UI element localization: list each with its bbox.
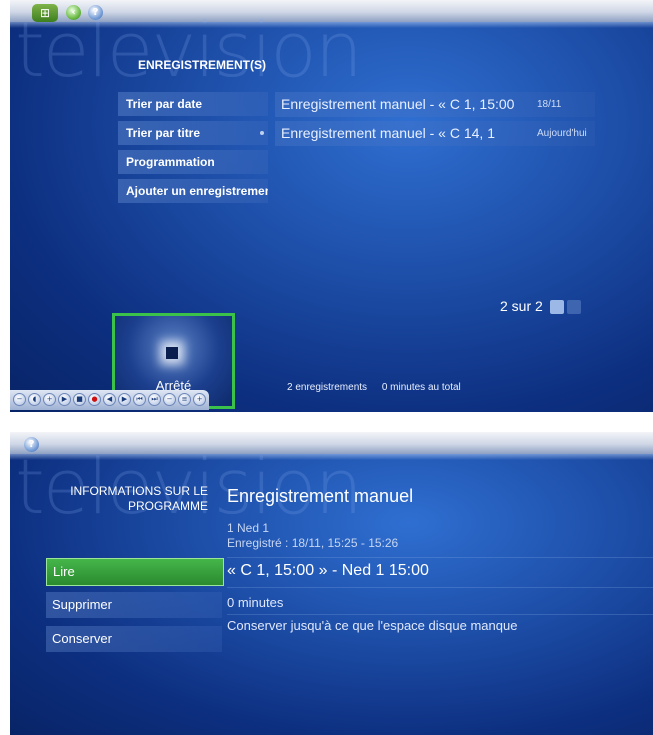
divider — [227, 614, 653, 615]
recording-row[interactable]: Enregistrement manuel - « C 1, 15:00 18/… — [275, 92, 595, 117]
page-title-line1: INFORMATIONS SUR LE — [70, 484, 208, 498]
channel-down-icon[interactable]: − — [163, 393, 176, 406]
program-keep-policy: Conserver jusqu'à ce que l'espace disque… — [227, 618, 518, 633]
volume-up-icon[interactable]: + — [43, 393, 56, 406]
menu-item-label: Programmation — [126, 155, 215, 169]
transport-controls: − ◖ + ▶ ■ ● ◀ ▶ ⏮ ⏭ − ≡ + — [10, 390, 209, 410]
program-title: Enregistrement manuel — [227, 486, 414, 506]
recording-date: 18/11 — [537, 99, 562, 110]
arrow-up-icon[interactable] — [549, 300, 564, 315]
pager: 2 sur 2 — [500, 298, 581, 315]
skip-back-icon[interactable]: ⏮ — [133, 393, 146, 406]
channel-icon[interactable]: ≡ — [178, 393, 191, 406]
skip-forward-icon[interactable]: ⏭ — [148, 393, 161, 406]
delete-button[interactable]: Supprimer — [46, 592, 222, 618]
recorded-tv-screen: ⊞ ‹ ? television ENREGISTREMENT(S) Trier… — [10, 0, 653, 412]
menu-item-schedule[interactable]: Programmation — [118, 150, 268, 174]
program-name: « C 1, 15:00 » - Ned 1 15:00 — [227, 562, 429, 579]
page-title: INFORMATIONS SUR LE PROGRAMME — [28, 484, 208, 514]
action-label: Conserver — [52, 631, 112, 646]
divider — [227, 557, 653, 558]
program-info-screen: ? television INFORMATIONS SUR LE PROGRAM… — [10, 432, 653, 735]
record-icon[interactable]: ● — [88, 393, 101, 406]
arrow-down-icon[interactable] — [566, 300, 581, 315]
page-title-line2: PROGRAMME — [127, 499, 208, 513]
rewind-icon[interactable]: ◀ — [103, 393, 116, 406]
recording-row[interactable]: Enregistrement manuel - « C 14, 1 Aujour… — [275, 121, 595, 146]
recordings-summary: 2 enregistrements 0 minutes au total — [287, 382, 473, 393]
stop-icon — [166, 347, 178, 359]
menu-item-label: Trier par date — [126, 97, 203, 111]
selected-indicator-icon — [260, 131, 264, 135]
menu-item-sort-date[interactable]: Trier par date — [118, 92, 268, 116]
volume-down-icon[interactable]: − — [13, 393, 26, 406]
action-label: Lire — [53, 564, 75, 579]
recordings-total-duration: 0 minutes au total — [381, 382, 461, 393]
play-button[interactable]: Lire — [46, 558, 224, 586]
action-label: Supprimer — [52, 597, 112, 612]
menu-item-label: Trier par titre — [126, 126, 201, 140]
divider — [227, 587, 653, 588]
menu-item-sort-title[interactable]: Trier par titre — [118, 121, 268, 145]
recording-date: Aujourd'hui — [537, 128, 587, 139]
page-title: ENREGISTREMENT(S) — [138, 58, 267, 72]
pager-text: 2 sur 2 — [500, 298, 543, 314]
channel-up-icon[interactable]: + — [193, 393, 206, 406]
program-duration: 0 minutes — [227, 595, 284, 610]
recording-title: Enregistrement manuel - « C 14, 1 — [281, 125, 495, 141]
keep-button[interactable]: Conserver — [46, 626, 222, 652]
watermark-title: television — [15, 5, 363, 94]
mute-icon[interactable]: ◖ — [28, 393, 41, 406]
stop-button-icon[interactable]: ■ — [73, 393, 86, 406]
recordings-count: 2 enregistrements — [287, 382, 368, 393]
recording-title: Enregistrement manuel - « C 1, 15:00 — [281, 96, 515, 112]
play-icon[interactable]: ▶ — [58, 393, 71, 406]
menu-item-add-recording[interactable]: Ajouter un enregistrement — [118, 179, 268, 203]
menu-item-label: Ajouter un enregistrement — [126, 184, 268, 198]
fast-forward-icon[interactable]: ▶ — [118, 393, 131, 406]
program-recorded-time: Enregistré : 18/11, 15:25 - 15:26 — [227, 536, 399, 550]
program-channel: 1 Ned 1 — [227, 521, 270, 535]
